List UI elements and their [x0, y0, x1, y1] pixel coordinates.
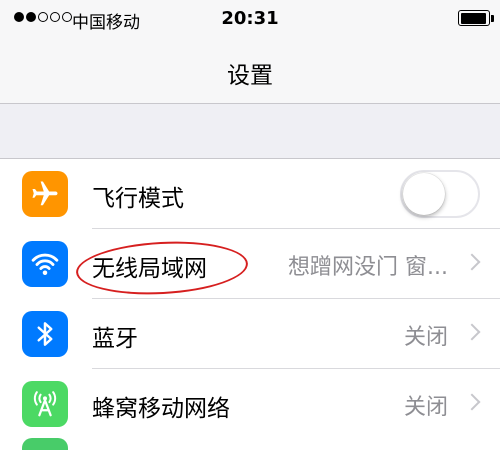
wifi-icon [22, 241, 68, 287]
status-bar: 中国移动 20:31 [0, 0, 500, 38]
navigation-bar: 设置 [0, 38, 500, 104]
toggle-knob [403, 173, 445, 215]
wifi-network-value: 想蹭网没门 窗... [288, 255, 448, 280]
bluetooth-status-value: 关闭 [403, 325, 448, 350]
page-title: 设置 [227, 63, 273, 89]
airplane-mode-toggle[interactable] [400, 170, 480, 218]
cellular-status-value: 关闭 [403, 395, 448, 420]
cellular-label: 蜂窝移动网络 [92, 396, 230, 422]
chevron-right-icon [463, 253, 481, 271]
status-time: 20:31 [221, 8, 279, 29]
airplane-mode-label: 飞行模式 [92, 186, 184, 212]
settings-row-cellular[interactable]: 蜂窝移动网络 关闭 [0, 369, 500, 439]
chevron-right-icon [463, 323, 481, 341]
battery-icon [458, 10, 490, 26]
settings-row-partial [0, 438, 500, 450]
bluetooth-icon [22, 311, 68, 357]
settings-list: 飞行模式 无线局域网 想蹭网没门 窗... 蓝牙 关闭 蜂窝移动网络 关闭 [0, 158, 500, 439]
bluetooth-label: 蓝牙 [92, 326, 138, 352]
battery-tip [491, 15, 494, 22]
airplane-icon [22, 171, 68, 217]
settings-row-bluetooth[interactable]: 蓝牙 关闭 [0, 299, 500, 369]
settings-row-wifi[interactable]: 无线局域网 想蹭网没门 窗... [0, 229, 500, 299]
settings-row-airplane: 飞行模式 [0, 159, 500, 229]
cellular-icon [22, 381, 68, 427]
chevron-right-icon [463, 393, 481, 411]
partial-app-icon [22, 438, 68, 450]
